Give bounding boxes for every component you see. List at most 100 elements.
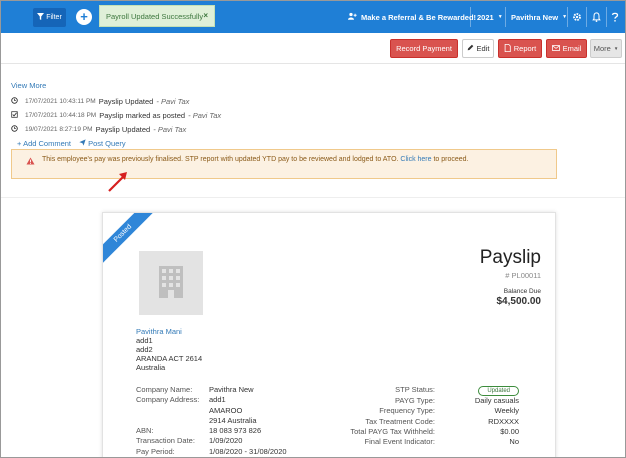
filter-button[interactable]: Filter: [33, 8, 66, 27]
report-label: Report: [513, 44, 537, 53]
detail-value: Pavithra New: [209, 385, 254, 394]
click-here-link[interactable]: Click here: [400, 156, 431, 163]
activity-text: Payslip marked as posted: [99, 110, 186, 120]
detail-value: RDXXXX: [488, 416, 519, 426]
activity-author: Pavi Tax: [160, 96, 190, 106]
year-label: 2021: [477, 12, 494, 22]
settings-icon[interactable]: [572, 1, 582, 33]
divider: [470, 7, 471, 27]
status-badge: Updated: [478, 386, 519, 396]
detail-label: STP Status:: [395, 385, 435, 394]
warning-icon: [26, 157, 35, 167]
filter-label: Filter: [46, 14, 62, 21]
add-icon[interactable]: +: [76, 9, 92, 25]
pdf-icon: [504, 43, 511, 54]
divider: [567, 7, 568, 27]
employee-address-line: Australia: [136, 363, 166, 372]
detail-label: Pay Period:: [136, 446, 175, 456]
activity-item: 19/07/2021 8:27:19 PM Payslip Updated - …: [11, 124, 186, 134]
employee-address-line: ARANDA ACT 2614: [136, 354, 203, 363]
email-button[interactable]: Email: [546, 39, 587, 58]
help-icon[interactable]: [611, 1, 619, 33]
red-arrow-annotation: [108, 172, 127, 192]
detail-label: [136, 406, 209, 416]
detail-value: Weekly: [494, 406, 519, 416]
activity-author: Pavi Tax: [157, 124, 187, 134]
add-comment-link[interactable]: + Add Comment: [17, 139, 71, 148]
employee-address-line: add2: [136, 345, 153, 354]
employee-name-link[interactable]: Pavithra Mani: [136, 327, 202, 336]
post-query-label: Post Query: [88, 139, 126, 148]
activity-timestamp: 17/07/2021 10:43:11 PM: [25, 97, 96, 105]
balance-due-label: Balance Due: [503, 288, 541, 295]
detail-label: Transaction Date:: [136, 436, 195, 446]
detail-value: 1/08/2020 - 31/08/2020: [209, 446, 287, 456]
top-navbar: Filter + Payroll Updated Successfully × …: [1, 1, 625, 33]
divider: [1, 63, 625, 64]
divider: [1, 197, 625, 198]
detail-label: PAYG Type:: [394, 396, 435, 405]
email-label: Email: [562, 44, 582, 53]
envelope-icon: [551, 44, 560, 53]
detail-label: Company Address:: [136, 395, 200, 405]
detail-value: add1: [209, 395, 226, 405]
detail-value: Daily casuals: [474, 396, 519, 405]
more-dropdown[interactable]: More ▼: [590, 39, 622, 58]
divider: [505, 7, 506, 27]
detail-value: No: [509, 437, 519, 447]
success-toast: Payroll Updated Successfully ×: [99, 5, 215, 27]
activity-dash: -: [153, 124, 156, 134]
alert-text-after: to proceed.: [431, 156, 469, 163]
caret-down-icon: ▼: [613, 46, 619, 51]
divider: [606, 7, 607, 27]
close-icon[interactable]: ×: [203, 11, 208, 20]
company-logo-placeholder: [139, 251, 203, 315]
alert-text: This employee's pay was previously final…: [42, 155, 542, 165]
detail-label: Frequency Type:: [379, 406, 435, 416]
payslip-number: # PL00011: [505, 271, 541, 280]
payslip-title: Payslip: [479, 247, 541, 268]
edit-button[interactable]: Edit: [462, 39, 494, 58]
stp-details: STP Status: Updated PAYG Type: Daily casua…: [325, 385, 519, 447]
clock-icon: [11, 124, 19, 134]
activity-dash: -: [188, 110, 191, 120]
add-comment-label: Add Comment: [23, 139, 71, 148]
detail-label: Final Event Indicator:: [364, 437, 435, 447]
year-dropdown[interactable]: 2021 ▼: [477, 1, 503, 33]
checkbox-icon: [11, 110, 19, 120]
record-payment-button[interactable]: Record Payment: [390, 39, 458, 58]
company-label: Pavithra New: [511, 12, 559, 22]
detail-label: Company Name:: [136, 385, 193, 394]
company-details: Company Name: Pavithra New Company Addres…: [136, 385, 316, 457]
activity-item: 17/07/2021 10:43:11 PM Payslip Updated -…: [11, 96, 189, 106]
company-dropdown[interactable]: Pavithra New ▼: [511, 1, 567, 33]
activity-timestamp: 17/07/2021 10:44:18 PM: [25, 111, 97, 119]
plus-icon: +: [17, 139, 22, 148]
filter-icon: [37, 13, 45, 22]
detail-label: [136, 416, 209, 426]
activity-text: Payslip Updated: [95, 124, 151, 134]
detail-value: 1/09/2020: [209, 436, 243, 446]
detail-label: Total PAYG Tax Withheld:: [350, 426, 435, 436]
balance-due-value: $4,500.00: [496, 296, 542, 307]
activity-dash: -: [156, 96, 159, 106]
bell-icon[interactable]: [592, 1, 601, 33]
record-payment-label: Record Payment: [396, 44, 452, 53]
alert-text-before: This employee's pay was previously final…: [42, 156, 401, 163]
activity-item: 17/07/2021 10:44:18 PM Payslip marked as…: [11, 110, 221, 120]
building-icon: [159, 266, 183, 300]
clock-icon: [11, 96, 19, 106]
divider: [586, 7, 587, 27]
report-button[interactable]: Report: [498, 39, 542, 58]
activity-author: Pavi Tax: [192, 110, 222, 120]
employee-address-block: Pavithra Mani add1 add2 ARANDA ACT 2614 …: [136, 327, 202, 372]
activity-text: Payslip Updated: [98, 96, 154, 106]
stp-warning-alert: This employee's pay was previously final…: [11, 149, 557, 179]
detail-value: 2914 Australia: [209, 415, 257, 425]
detail-value: $0.00: [500, 426, 519, 436]
detail-label: ABN:: [136, 426, 154, 436]
referral-link[interactable]: Make a Referral & Be Rewarded!: [348, 1, 476, 33]
post-query-link[interactable]: Post Query: [79, 139, 126, 148]
detail-value: 18 083 973 826: [209, 426, 262, 436]
view-more-link[interactable]: View More: [11, 81, 46, 90]
